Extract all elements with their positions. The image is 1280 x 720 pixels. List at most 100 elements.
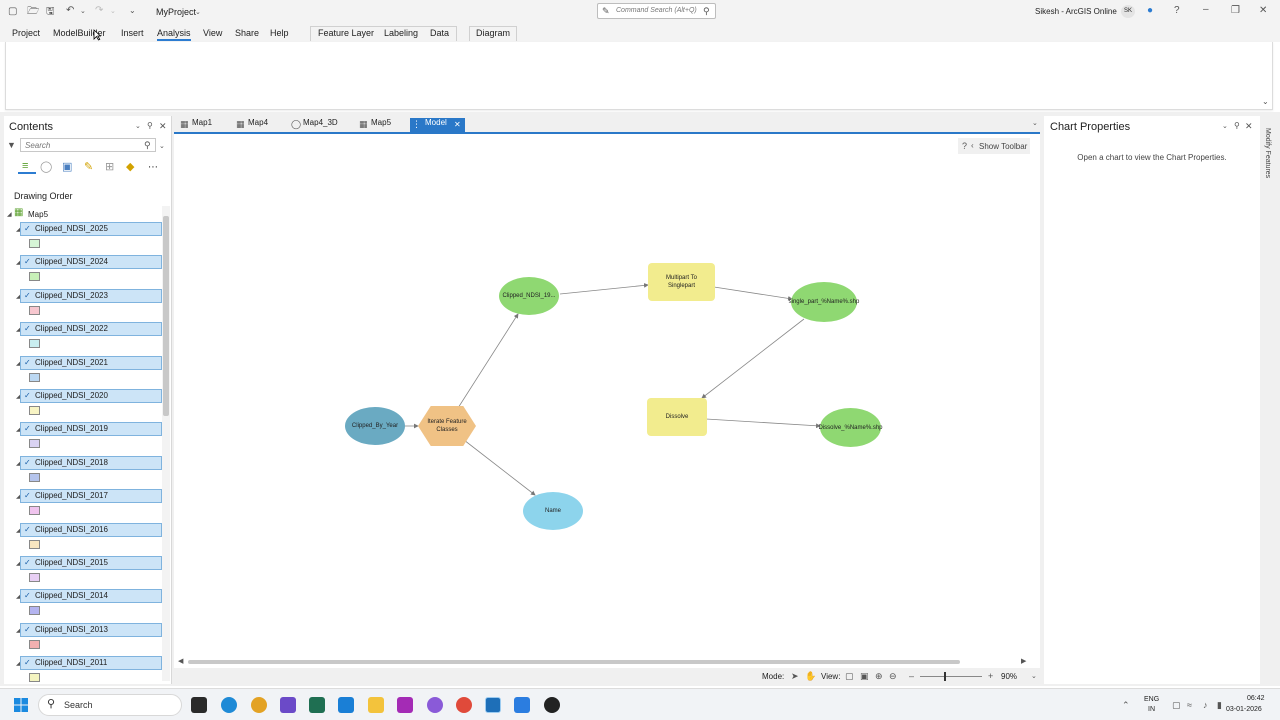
minimize-icon[interactable]: –: [1203, 5, 1209, 15]
avatar[interactable]: SK: [1121, 5, 1135, 18]
task-view-icon[interactable]: [191, 697, 207, 713]
wifi-icon[interactable]: ≈: [1187, 700, 1192, 710]
tab-overflow-icon[interactable]: ⌄: [1032, 119, 1038, 129]
search-app-icon[interactable]: [251, 697, 267, 713]
chrome-icon[interactable]: [456, 697, 472, 713]
layer-symbol-swatch[interactable]: [29, 305, 40, 315]
region-label[interactable]: IN: [1148, 706, 1155, 713]
layer-symbol-swatch[interactable]: [29, 406, 40, 415]
help-icon[interactable]: ?: [1174, 6, 1180, 16]
list-by-selection-icon[interactable]: ▣: [62, 162, 72, 173]
close-window-icon[interactable]: ✕: [1259, 6, 1267, 16]
checkbox-icon[interactable]: ✓: [24, 458, 32, 467]
command-search-box[interactable]: ✎ Command Search (Alt+Q) ⚲: [597, 3, 716, 19]
close-pane-icon[interactable]: ✕: [159, 121, 167, 131]
canvas-scroll-thumb[interactable]: [188, 660, 960, 664]
node-single-part-output[interactable]: single_part_%Name%.shp: [789, 282, 859, 322]
search-dropdown-icon[interactable]: ⌄: [159, 142, 165, 152]
app-violet-icon[interactable]: [427, 697, 443, 713]
layer-row[interactable]: ✓ Clipped_NDSI_2025: [20, 222, 162, 236]
node-clipped-ndsi[interactable]: Clipped_NDSI_19...: [499, 277, 559, 315]
show-hidden-icons-icon[interactable]: ⌃: [1122, 700, 1130, 710]
undo-dropdown-icon[interactable]: ⌄: [80, 7, 86, 17]
zoom-dropdown-icon[interactable]: ⌄: [1031, 672, 1037, 682]
user-name[interactable]: Sikesh - ArcGIS Online: [1035, 7, 1117, 16]
scroll-left-icon[interactable]: ◀: [178, 657, 183, 667]
layer-row[interactable]: ✓ Clipped_NDSI_2023: [20, 288, 162, 303]
layer-row[interactable]: ✓ Clipped_NDSI_2015: [20, 556, 162, 570]
customize-toolbar-icon[interactable]: ⌄: [129, 6, 136, 16]
pan-mode-icon[interactable]: ✋: [805, 671, 816, 681]
windows-start-icon[interactable]: [14, 698, 28, 712]
layer-row[interactable]: ✓ Clipped_NDSI_2016: [20, 522, 162, 537]
search-input[interactable]: Search ⚲: [20, 138, 156, 152]
layer-symbol-swatch[interactable]: [29, 272, 40, 282]
tab-feature-layer[interactable]: Feature Layer: [318, 28, 374, 38]
layer-row[interactable]: ✓ Clipped_NDSI_2024: [20, 255, 162, 270]
clock-date[interactable]: 03-01-2026: [1226, 706, 1262, 713]
pane-menu-icon[interactable]: ⌄: [135, 122, 141, 132]
layer-symbol-swatch[interactable]: [29, 372, 40, 382]
layer-row[interactable]: ✓ Clipped_NDSI_2011: [20, 656, 162, 671]
tab-view[interactable]: View: [203, 28, 222, 38]
project-name[interactable]: MyProject: [156, 7, 196, 17]
zoom-level[interactable]: 90%: [1001, 672, 1017, 681]
canvas-scrollbar[interactable]: ◀ ▶: [178, 658, 1030, 666]
zoom-out-icon[interactable]: ⊖: [889, 671, 897, 681]
layer-symbol-swatch[interactable]: [29, 239, 40, 248]
zoom-plus-icon[interactable]: +: [988, 671, 993, 681]
node-dissolve[interactable]: Dissolve: [647, 398, 707, 436]
contents-scroll-thumb[interactable]: [163, 216, 169, 416]
redo-icon[interactable]: ↷: [95, 6, 103, 16]
list-by-snapping-icon[interactable]: ⊞: [105, 162, 114, 173]
app-dark-icon[interactable]: [544, 697, 560, 713]
layer-symbol-swatch[interactable]: [29, 506, 40, 516]
notification-icon[interactable]: ●: [1147, 6, 1153, 16]
checkbox-icon[interactable]: ✓: [24, 392, 32, 400]
checkbox-icon[interactable]: ✓: [24, 358, 32, 367]
pin-icon[interactable]: ⚲: [1234, 121, 1240, 131]
layer-row[interactable]: ✓ Clipped_NDSI_2021: [20, 355, 162, 370]
modify-features-side-tab[interactable]: Modify Features: [1262, 116, 1276, 196]
checkbox-icon[interactable]: ✓: [24, 592, 32, 600]
layer-symbol-swatch[interactable]: [29, 472, 40, 482]
edge-browser-icon[interactable]: [221, 697, 237, 713]
maximize-icon[interactable]: ❐: [1231, 6, 1240, 16]
tab-model[interactable]: ⋮ Model ✕: [410, 118, 465, 132]
layer-symbol-swatch[interactable]: [29, 339, 40, 349]
map-name[interactable]: Map5: [28, 210, 48, 219]
terminal-icon[interactable]: [309, 697, 325, 713]
layer-row[interactable]: ✓ Clipped_NDSI_2013: [20, 622, 162, 637]
pane-menu-icon[interactable]: ⌄: [1222, 122, 1228, 132]
notepad-icon[interactable]: [514, 697, 530, 713]
battery-icon[interactable]: ▮: [1217, 700, 1222, 710]
tab-data[interactable]: Data: [430, 28, 449, 38]
layer-symbol-swatch[interactable]: [29, 539, 40, 549]
tab-diagram[interactable]: Diagram: [476, 28, 510, 38]
tab-project[interactable]: Project: [12, 28, 40, 38]
tab-labeling[interactable]: Labeling: [384, 28, 418, 38]
map-expander-icon[interactable]: ◢: [7, 211, 12, 218]
node-multipart-to-singlepart[interactable]: Multipart To Singlepart: [648, 263, 715, 301]
file-explorer-icon[interactable]: [368, 697, 384, 713]
clock-time[interactable]: 06:42: [1247, 695, 1265, 702]
filter-icon[interactable]: ▼: [7, 140, 16, 150]
pin-icon[interactable]: ⚲: [147, 121, 153, 131]
tab-map4[interactable]: ▦ Map4: [234, 118, 286, 132]
scroll-right-icon[interactable]: ▶: [1021, 657, 1026, 667]
layer-row[interactable]: ✓ Clipped_NDSI_2022: [20, 322, 162, 337]
project-dropdown-icon[interactable]: ⌄: [195, 8, 201, 18]
tab-insert[interactable]: Insert: [121, 28, 144, 38]
list-by-drawing-order-icon[interactable]: ≡: [18, 160, 36, 174]
checkbox-icon[interactable]: ✓: [24, 258, 32, 266]
node-dissolve-output[interactable]: Dissolve_%Name%.shp: [818, 408, 883, 447]
collapse-ribbon-icon[interactable]: ⌄: [1262, 97, 1269, 107]
contents-scrollbar[interactable]: [162, 206, 170, 681]
tab-analysis[interactable]: Analysis: [157, 28, 191, 41]
zoom-slider-handle[interactable]: [944, 672, 946, 681]
screen-icon[interactable]: ▢: [1172, 700, 1181, 710]
app-purple-icon[interactable]: [280, 697, 296, 713]
checkbox-icon[interactable]: ✓: [24, 559, 32, 567]
tab-help[interactable]: Help: [270, 28, 289, 38]
checkbox-icon[interactable]: ✓: [24, 492, 32, 500]
